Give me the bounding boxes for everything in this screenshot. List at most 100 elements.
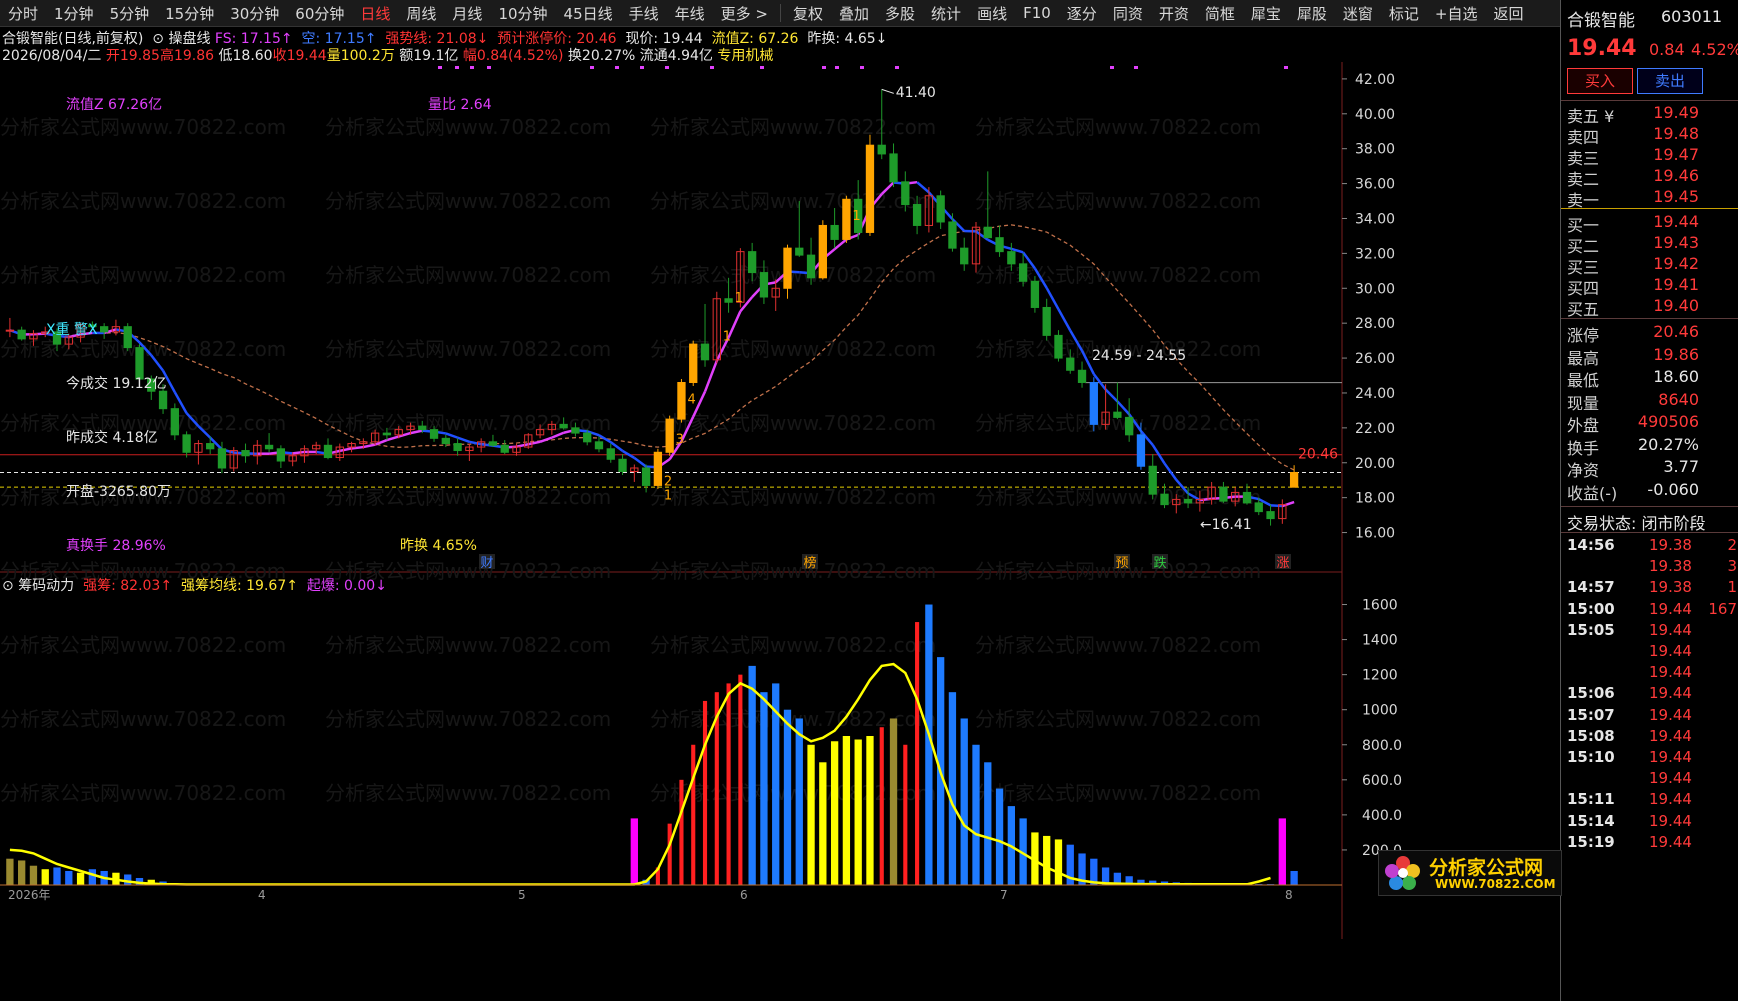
candle-body xyxy=(276,448,286,462)
tick-row: 15:19 19.44 xyxy=(1561,833,1738,854)
toolbar-item[interactable]: 月线 xyxy=(444,3,490,24)
last-price: 19.44 xyxy=(1567,36,1637,61)
row-label: 最高 xyxy=(1567,348,1600,368)
toolbar-item[interactable]: 同资 xyxy=(1105,3,1151,24)
watermark-text: 分析家公式网www.70822.com xyxy=(325,707,611,731)
toolbar-item[interactable]: F10 xyxy=(1015,4,1059,22)
tick-time: 15:05 xyxy=(1567,620,1615,639)
tick-time: 15:08 xyxy=(1567,726,1615,745)
toolbar-item[interactable]: 开资 xyxy=(1151,3,1197,24)
toolbar-item[interactable]: 45日线 xyxy=(556,3,621,24)
tick-volume: 2 xyxy=(1727,536,1737,554)
tick-time: 14:57 xyxy=(1567,578,1615,597)
toolbar-item[interactable]: 返回 xyxy=(1486,3,1532,24)
range-label: 24.59 - 24.55 xyxy=(1092,348,1186,364)
indicator-select-2[interactable]: ⊙ 筹码动力 xyxy=(2,578,74,594)
tick-row: 14:57 19.38 1 xyxy=(1561,578,1738,599)
operation-line-segment xyxy=(1151,444,1166,465)
row-value: 3.77 xyxy=(1663,457,1699,476)
watermark-text: 分析家公式网www.70822.com xyxy=(0,115,286,139)
candle-body xyxy=(665,418,674,453)
tick-price: 19.44 xyxy=(1649,663,1692,682)
candle-body xyxy=(912,204,922,226)
y-tick-label: 26.00 xyxy=(1355,351,1395,367)
toolbar-item[interactable]: 犀股 xyxy=(1289,3,1335,24)
momentum-bar xyxy=(748,665,756,885)
toolbar-item[interactable]: 10分钟 xyxy=(490,3,555,24)
tick-time: 15:14 xyxy=(1567,811,1615,830)
row-value: 19.47 xyxy=(1653,145,1699,164)
watermark-text: 分析家公式网www.70822.com xyxy=(650,263,936,287)
toolbar-item[interactable]: 分时 xyxy=(0,3,46,24)
toolbar-item[interactable]: 逐分 xyxy=(1059,3,1105,24)
momentum-bar xyxy=(879,727,884,885)
candle-body xyxy=(960,247,969,265)
momentum-bar xyxy=(995,788,1004,885)
event-badge: 涨 xyxy=(1276,556,1289,571)
row-value: 19.45 xyxy=(1653,187,1699,206)
toolbar-item[interactable]: +自选 xyxy=(1427,3,1486,24)
candle-body xyxy=(747,251,757,274)
toolbar-item[interactable]: 60分钟 xyxy=(287,3,352,24)
row-value: 19.41 xyxy=(1653,275,1699,294)
tick-time: 15:00 xyxy=(1567,599,1615,618)
toolbar-item[interactable]: 简框 xyxy=(1197,3,1243,24)
ind-y-tick-label: 600.0 xyxy=(1362,773,1402,789)
ind-y-tick-label: 1400 xyxy=(1362,633,1398,649)
toolbar-item[interactable]: 迷窗 xyxy=(1335,3,1381,24)
junxian-value: 强筹均线: 19.67↑ xyxy=(180,578,298,594)
candle-body xyxy=(429,429,439,439)
momentum-bar xyxy=(889,718,898,885)
signal-dot xyxy=(1110,66,1114,69)
row-label: 现量 xyxy=(1567,393,1600,413)
signal-dot xyxy=(665,66,669,69)
toolbar-item[interactable]: 30分钟 xyxy=(222,3,287,24)
candle-body xyxy=(594,441,604,450)
toolbar-item[interactable]: 标记 xyxy=(1381,3,1427,24)
stat-row: 净资 3.77 xyxy=(1561,457,1738,480)
toolbar-item[interactable]: 复权 xyxy=(785,3,831,24)
watermark-text: 分析家公式网www.70822.com xyxy=(0,189,286,213)
peak-arrow xyxy=(881,88,894,94)
toolbar-item[interactable]: 犀宝 xyxy=(1243,3,1289,24)
candle-body xyxy=(759,272,769,298)
operation-line-segment xyxy=(292,450,305,455)
candle-body xyxy=(818,224,827,279)
toolbar-item[interactable]: 年线 xyxy=(667,3,713,24)
toolbar-item[interactable]: 周线 xyxy=(398,3,444,24)
stat-row: 收益(-) -0.060 xyxy=(1561,480,1738,503)
bid-row: 买一 19.44 xyxy=(1561,212,1738,235)
sell-button[interactable]: 卖出 xyxy=(1637,68,1703,94)
site-logo: 分析家公式网 WWW.70822.COM xyxy=(1378,850,1562,896)
kline-chart[interactable]: 分析家公式网www.70822.com 分析家公式网www.70822.com 分析… xyxy=(0,62,1560,1001)
toolbar-item[interactable]: 15分钟 xyxy=(157,3,222,24)
y-tick-label: 24.00 xyxy=(1355,386,1395,402)
momentum-bar xyxy=(29,865,38,885)
candle-body xyxy=(877,144,886,155)
tick-volume: 167 xyxy=(1708,599,1737,618)
toolbar-item[interactable]: 手线 xyxy=(621,3,667,24)
toolbar-item[interactable]: 画线 xyxy=(969,3,1015,24)
zuohuan-value: 昨换: 4.65↓ xyxy=(807,31,888,47)
watermark-text: 分析家公式网www.70822.com xyxy=(650,189,936,213)
toolbar-item[interactable]: 统计 xyxy=(923,3,969,24)
toolbar-item[interactable]: 更多 > xyxy=(713,3,776,24)
candle-body xyxy=(1066,357,1075,371)
candle-body xyxy=(170,408,179,436)
toolbar-item[interactable]: 多股 xyxy=(877,3,923,24)
x-axis-label: 8 xyxy=(1285,888,1293,902)
toolbar-item[interactable]: 叠加 xyxy=(831,3,877,24)
toolbar-item[interactable]: 1分钟 xyxy=(46,3,102,24)
yesterday-amount-label: 昨成交 4.18亿 xyxy=(66,430,158,446)
toolbar-item[interactable]: 5分钟 xyxy=(102,3,158,24)
price-pct: 4.52% xyxy=(1691,40,1738,59)
toolbar-item[interactable]: 日线 xyxy=(352,3,398,24)
buy-button[interactable]: 买入 xyxy=(1567,68,1633,94)
candle-body xyxy=(217,448,227,469)
momentum-bar xyxy=(124,874,132,885)
row-value: 19.48 xyxy=(1653,124,1699,143)
momentum-bar xyxy=(842,736,851,885)
ask-row: 卖四 19.48 xyxy=(1561,124,1738,147)
yesterday-turnover-label: 昨换 4.65% xyxy=(400,538,477,554)
operation-line-segment xyxy=(833,238,848,251)
